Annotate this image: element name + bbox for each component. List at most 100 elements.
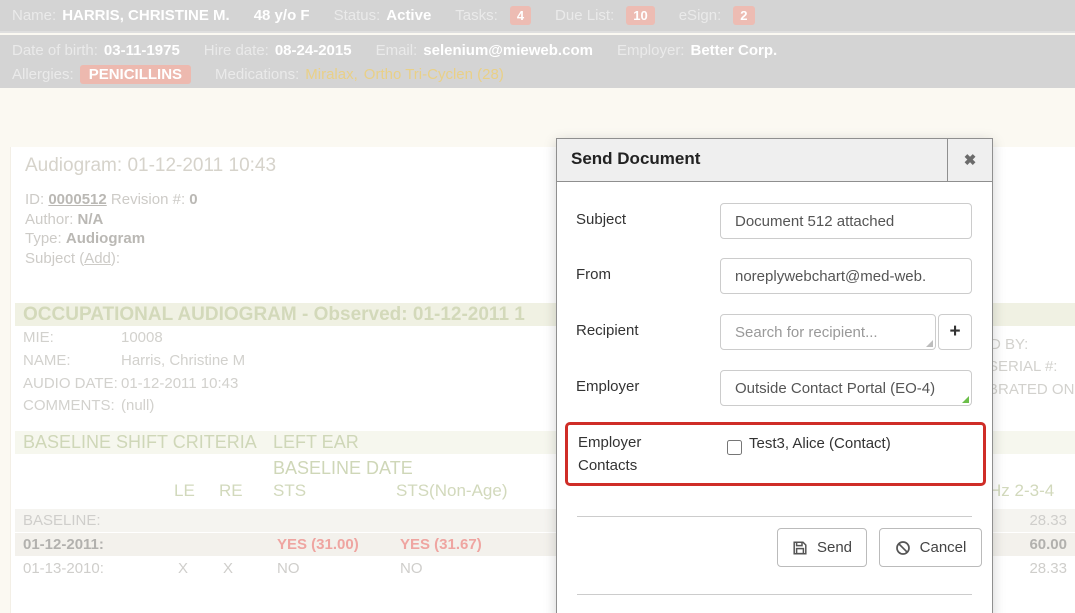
resize-grip-icon[interactable] [926,340,933,347]
employer-field-label: Employer [576,378,639,395]
contact-checkbox[interactable] [727,440,742,455]
hire-date-label: Hire date: [204,42,269,59]
author-label: Author: [25,211,73,228]
subject-field-label: Subject [576,211,626,228]
status-label: Status: [334,7,381,24]
modal-bottom-divider [577,594,972,595]
employer-input[interactable] [720,370,972,406]
send-document-modal: Send Document ✖ Subject From Recipient +… [556,138,993,613]
subject-pre: Subject ( [25,250,84,267]
mie-label: MIE: [23,329,54,346]
email-label: Email: [376,42,418,59]
patient-banner-row2: Date of birth: 03-11-1975 Hire date: 08-… [0,35,1075,88]
row-avg-value: 60.00 [1005,533,1067,556]
recipient-search-input[interactable] [720,314,936,350]
employer-value: Better Corp. [690,42,777,59]
tasks-badge[interactable]: 4 [510,6,531,25]
medication-link-ortho[interactable]: Ortho Tri-Cyclen (28) [364,66,504,83]
dob-value: 03-11-1975 [104,42,180,59]
row-label: 01-12-2011: [23,533,104,556]
due-list-badge[interactable]: 10 [626,6,654,25]
audio-date-value: 01-12-2011 10:43 [121,375,238,392]
document-heading: Audiogram: 01-12-2011 10:43 [25,155,276,177]
comments-value: (null) [121,397,154,414]
author-value: N/A [78,211,104,228]
sts-value: NO [277,557,300,580]
revision-value: 0 [189,191,197,208]
allergies-label: Allergies: [12,66,74,83]
patient-banner-row1: Name: HARRIS, CHRISTINE M. 48 y/o F Stat… [0,0,1075,33]
email-value: selenium@mieweb.com [423,42,593,59]
col-sts: STS [273,481,306,501]
document-meta: ID: 0000512 Revision #: 0 Author: N/A Ty… [25,190,198,268]
allergy-badge[interactable]: PENICILLINS [80,65,191,84]
send-button[interactable]: Send [777,528,867,567]
recipient-field-label: Recipient [576,322,639,339]
allergies-medications-line: Allergies: PENICILLINS Medications: Mira… [12,62,1063,86]
re-value: X [223,557,233,580]
esign-badge[interactable]: 2 [733,6,754,25]
row-avg-value: 28.33 [1005,509,1067,532]
resize-grip-green-icon[interactable] [962,396,969,403]
revision-label: Revision #: [111,191,185,208]
document-id-line: ID: 0000512 Revision #: 0 [25,190,198,210]
status-value: Active [386,7,431,24]
le-value: X [178,557,188,580]
patient-age-sex: 48 y/o F [254,7,310,24]
type-value: Audiogram [66,230,145,247]
baseline-shift-criteria-title: BASELINE SHIFT CRITERIA [23,432,257,453]
modal-title: Send Document [571,149,700,169]
left-ear-title: LEFT EAR [273,432,359,453]
col-sts-nonage: STS(Non-Age) [396,481,507,501]
subject-add-link[interactable]: Add [84,250,111,267]
subject-line: Subject (Add): [25,249,198,269]
row-avg-value: 28.33 [1005,557,1067,580]
employer-contacts-highlight: Employer Contacts Test3, Alice (Contact) [565,422,986,486]
mie-value: 10008 [121,329,163,346]
baseline-date-header: BASELINE DATE [273,458,413,479]
from-input[interactable] [720,258,972,294]
medication-link-miralax[interactable]: Miralax, [305,66,358,83]
close-icon[interactable]: ✖ [947,139,992,181]
save-icon [792,540,808,556]
modal-header: Send Document ✖ [557,139,992,182]
subject-input[interactable] [720,203,972,239]
dob-label: Date of birth: [12,42,98,59]
cancel-icon [895,540,911,556]
sts-value: YES (31.00) [277,533,359,556]
screen: Name: HARRIS, CHRISTINE M. 48 y/o F Stat… [0,0,1075,613]
tasks-label: Tasks: [455,7,498,24]
row-label: 01-13-2010: [23,557,104,580]
col-re: RE [219,481,243,501]
medications-label: Medications: [215,66,299,83]
from-field-label: From [576,266,611,283]
type-label: Type: [25,230,62,247]
employer-label: Employer: [617,42,685,59]
col-hz-234: Hz 2-3-4 [989,481,1054,501]
esign-label: eSign: [679,7,722,24]
employer-field-wrap [720,370,972,406]
due-list-label: Due List: [555,7,614,24]
sts-nonage-value: YES (31.67) [400,533,482,556]
id-label: ID: [25,191,44,208]
name-row-label: NAME: [23,352,71,369]
contact-option-label: Test3, Alice (Contact) [749,435,891,452]
cancel-button-label: Cancel [920,539,967,556]
from-field-wrap [720,258,972,294]
subject-field-wrap [720,203,972,239]
hire-date-value: 08-24-2015 [275,42,352,59]
occupational-audiogram-title: OCCUPATIONAL AUDIOGRAM - Observed: 01-12… [23,304,525,326]
serial-partial: SERIAL #: [988,358,1057,375]
add-recipient-button[interactable]: + [938,314,972,350]
row-label: BASELINE: [23,509,101,532]
cancel-button[interactable]: Cancel [879,528,982,567]
document-id-link[interactable]: 0000512 [48,191,106,208]
buttons-divider-top [577,516,972,517]
author-line: Author: N/A [25,210,198,230]
patient-name: HARRIS, CHRISTINE M. [62,7,230,24]
sts-nonage-value: NO [400,557,423,580]
audio-date-label: AUDIO DATE: [23,375,118,392]
calibrated-partial: BRATED ON [988,381,1074,398]
tested-by-partial: D BY: [990,336,1028,353]
recipient-field-wrap [720,314,936,350]
